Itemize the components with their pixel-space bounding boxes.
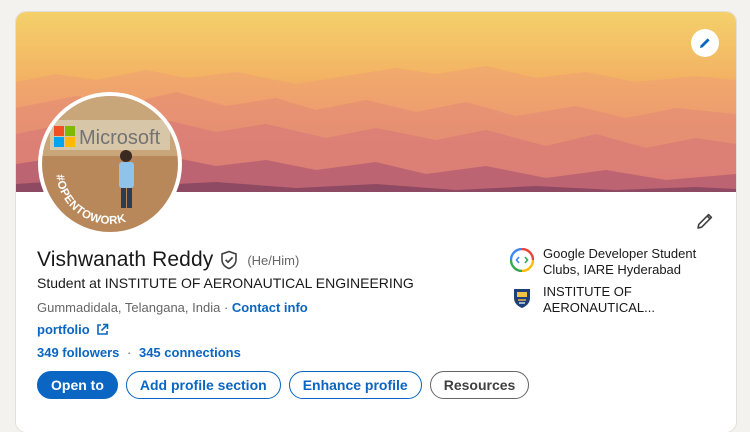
verified-shield-icon[interactable]: [220, 250, 238, 270]
network-stats: 349 followers · 345 connections: [37, 345, 241, 360]
edit-intro-button[interactable]: [694, 210, 716, 232]
resources-button[interactable]: Resources: [429, 371, 530, 399]
iare-logo-icon: [514, 289, 530, 308]
enhance-profile-button[interactable]: Enhance profile: [288, 371, 422, 399]
connections-link[interactable]: 345 connections: [139, 345, 241, 360]
location-separator: ·: [223, 300, 229, 315]
portfolio-label: portfolio: [37, 322, 90, 337]
pencil-icon: [697, 213, 713, 229]
location-row: Gummadidala, Telangana, India · Contact …: [37, 300, 308, 315]
contact-info-link[interactable]: Contact info: [232, 300, 308, 315]
followers-link[interactable]: 349 followers: [37, 345, 119, 360]
affiliation-gdsc-name: Google Developer Student Clubs, IARE Hyd…: [543, 246, 697, 277]
open-to-button[interactable]: Open to: [37, 371, 118, 399]
name-row: Vishwanath Reddy (He/Him): [37, 248, 299, 272]
add-profile-section-button[interactable]: Add profile section: [125, 371, 281, 399]
profile-headline: Student at INSTITUTE OF AERONAUTICAL ENG…: [37, 275, 414, 291]
stats-separator: ·: [127, 345, 132, 360]
affiliation-iare[interactable]: INSTITUTE OF AERONAUTICAL...: [510, 284, 710, 316]
affiliation-iare-name: INSTITUTE OF AERONAUTICAL...: [543, 284, 655, 315]
profile-photo: Microsoft #OPENTOWORK: [42, 96, 178, 232]
avatar[interactable]: Microsoft #OPENTOWORK: [38, 92, 182, 236]
edit-banner-button[interactable]: [691, 29, 719, 57]
profile-actions: Open to Add profile section Enhance prof…: [37, 371, 530, 399]
profile-card: Microsoft #OPENTOWORK Vishwanath Reddy (…: [16, 12, 736, 432]
profile-name: Vishwanath Reddy: [37, 248, 214, 271]
external-link-icon: [96, 323, 109, 336]
affiliation-gdsc[interactable]: Google Developer Student Clubs, IARE Hyd…: [510, 246, 710, 278]
avatar-sign-text: Microsoft: [79, 127, 161, 149]
pronouns: (He/Him): [247, 252, 300, 268]
pencil-icon: [700, 38, 710, 48]
gdsc-logo-icon: [510, 248, 534, 272]
portfolio-link[interactable]: portfolio: [37, 322, 109, 337]
location: Gummadidala, Telangana, India: [37, 300, 221, 315]
